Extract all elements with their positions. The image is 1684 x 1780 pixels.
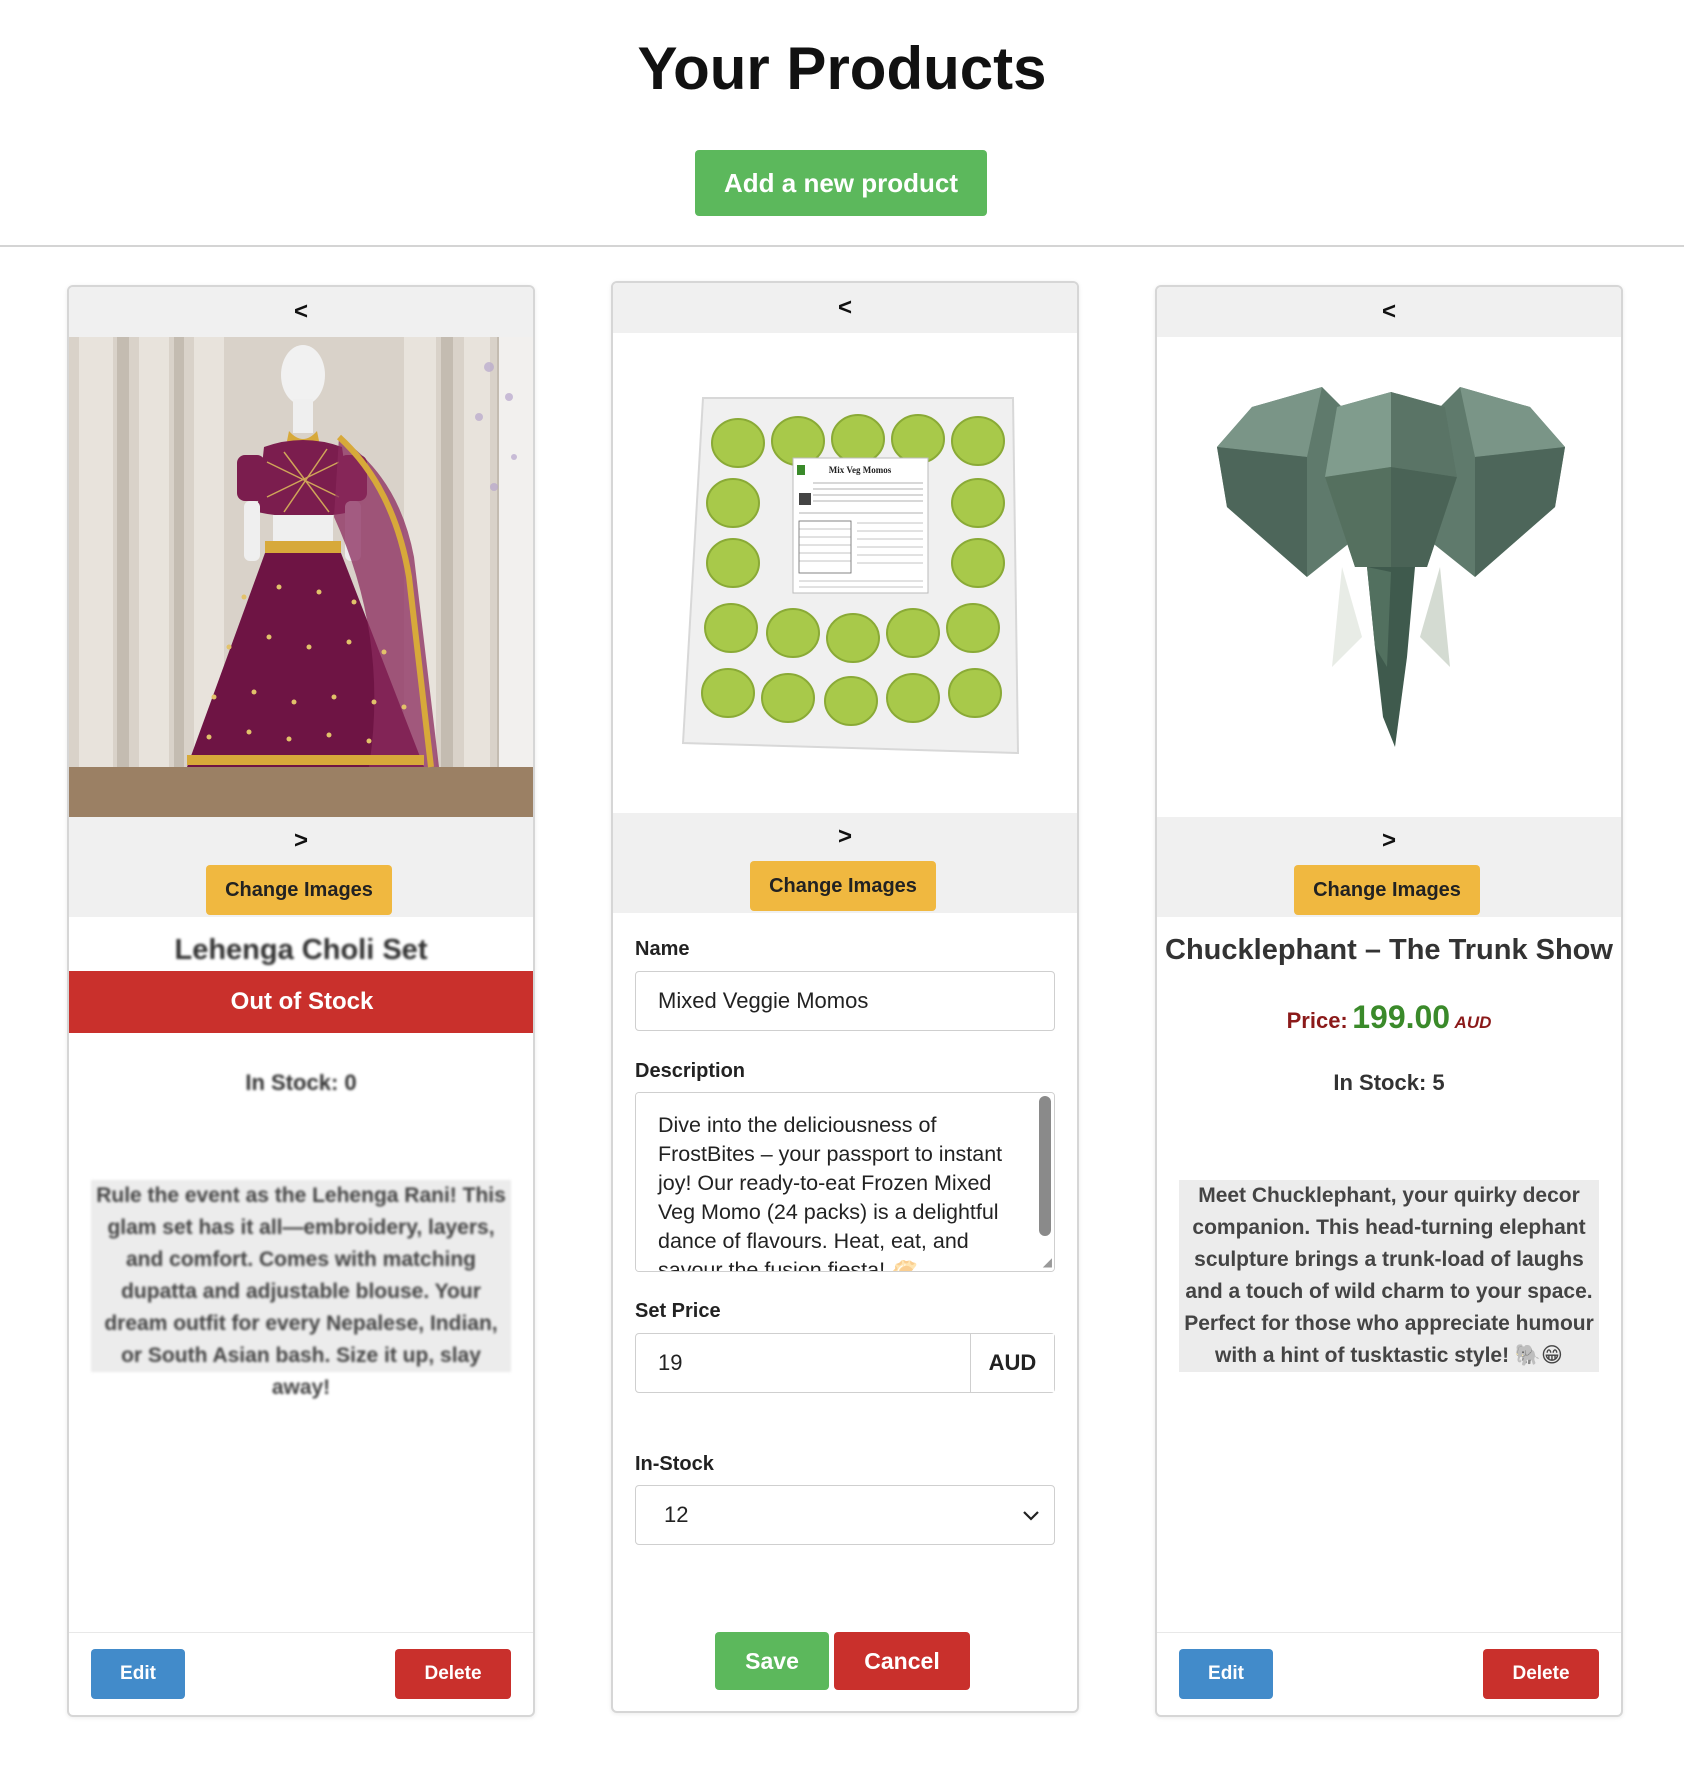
edit-button[interactable]: Edit: [91, 1649, 185, 1699]
package-label-title: Mix Veg Momos: [829, 465, 892, 475]
price-input-group: AUD: [635, 1333, 1055, 1393]
price-line: Price: 199.00 AUD: [1157, 999, 1621, 1036]
delete-button[interactable]: Delete: [1483, 1649, 1599, 1699]
product-card-chucklephant: < > Change Images Chucklephant – The Tru…: [1155, 285, 1623, 1717]
product-card-momos-edit: < Mix Veg Momos > Change Images Name Mix…: [611, 281, 1079, 1713]
stock-select[interactable]: 12: [635, 1485, 1055, 1545]
delete-button[interactable]: Delete: [395, 1649, 511, 1699]
page-title: Your Products: [637, 35, 1047, 102]
product-image: [1157, 337, 1621, 817]
header-divider: [0, 245, 1684, 247]
description-textarea[interactable]: Dive into the deliciousness of FrostBite…: [636, 1093, 1054, 1271]
chevron-down-icon: [1018, 1502, 1044, 1534]
resize-handle-icon[interactable]: ◢: [1043, 1255, 1052, 1269]
image-nav-bottom: > Change Images: [69, 817, 533, 917]
product-name: Lehenga Choli Set: [174, 934, 428, 966]
image-nav-top: <: [613, 283, 1077, 333]
change-images-button[interactable]: Change Images: [206, 865, 392, 915]
description-field-label: Description: [635, 1060, 746, 1082]
out-of-stock-banner: Out of Stock: [69, 971, 533, 1033]
stock-count: In Stock: 5: [1333, 1070, 1445, 1095]
cancel-button[interactable]: Cancel: [834, 1632, 970, 1690]
change-images-button[interactable]: Change Images: [750, 861, 936, 911]
product-image: Mix Veg Momos: [613, 333, 1077, 813]
prev-image-button[interactable]: <: [294, 298, 308, 326]
name-input[interactable]: [635, 971, 1055, 1031]
add-new-product-button[interactable]: Add a new product: [695, 150, 987, 216]
product-image: [69, 337, 533, 817]
product-description: Rule the event as the Lehenga Rani! This…: [91, 1180, 511, 1399]
prev-image-button[interactable]: <: [838, 294, 852, 322]
card-footer-divider: [69, 1632, 533, 1633]
save-button[interactable]: Save: [715, 1632, 829, 1690]
change-images-button[interactable]: Change Images: [1294, 865, 1480, 915]
momos-image: Mix Veg Momos: [681, 397, 1020, 755]
next-image-button[interactable]: >: [1157, 827, 1621, 855]
product-description: Meet Chucklephant, your quirky decor com…: [1179, 1180, 1599, 1372]
description-scrollbar[interactable]: [1039, 1096, 1051, 1236]
edit-button[interactable]: Edit: [1179, 1649, 1273, 1699]
product-card-lehenga: < > Change Images Lehenga Choli Set Out …: [67, 285, 535, 1717]
stock-count: In Stock: 0: [245, 1070, 357, 1095]
next-image-button[interactable]: >: [69, 827, 533, 855]
image-nav-top: <: [1157, 287, 1621, 337]
next-image-button[interactable]: >: [613, 823, 1077, 851]
name-field-label: Name: [635, 938, 690, 960]
price-currency: AUD: [1454, 1013, 1492, 1032]
price-label: Price:: [1286, 1008, 1348, 1033]
product-name: Chucklephant – The Trunk Show: [1165, 934, 1613, 966]
image-nav-bottom: > Change Images: [613, 813, 1077, 913]
currency-addon: AUD: [970, 1334, 1054, 1392]
price-value: 199.00: [1352, 999, 1451, 1035]
price-field-label: Set Price: [635, 1300, 721, 1322]
price-input[interactable]: [636, 1334, 970, 1392]
card-footer-divider: [1157, 1632, 1621, 1633]
description-textarea-wrapper: Dive into the deliciousness of FrostBite…: [635, 1092, 1055, 1272]
lehenga-image: [69, 337, 533, 817]
stock-field-label: In-Stock: [635, 1453, 714, 1475]
stock-select-value: 12: [664, 1502, 689, 1527]
elephant-image: [1217, 387, 1565, 747]
image-nav-top: <: [69, 287, 533, 337]
prev-image-button[interactable]: <: [1382, 298, 1396, 326]
image-nav-bottom: > Change Images: [1157, 817, 1621, 917]
